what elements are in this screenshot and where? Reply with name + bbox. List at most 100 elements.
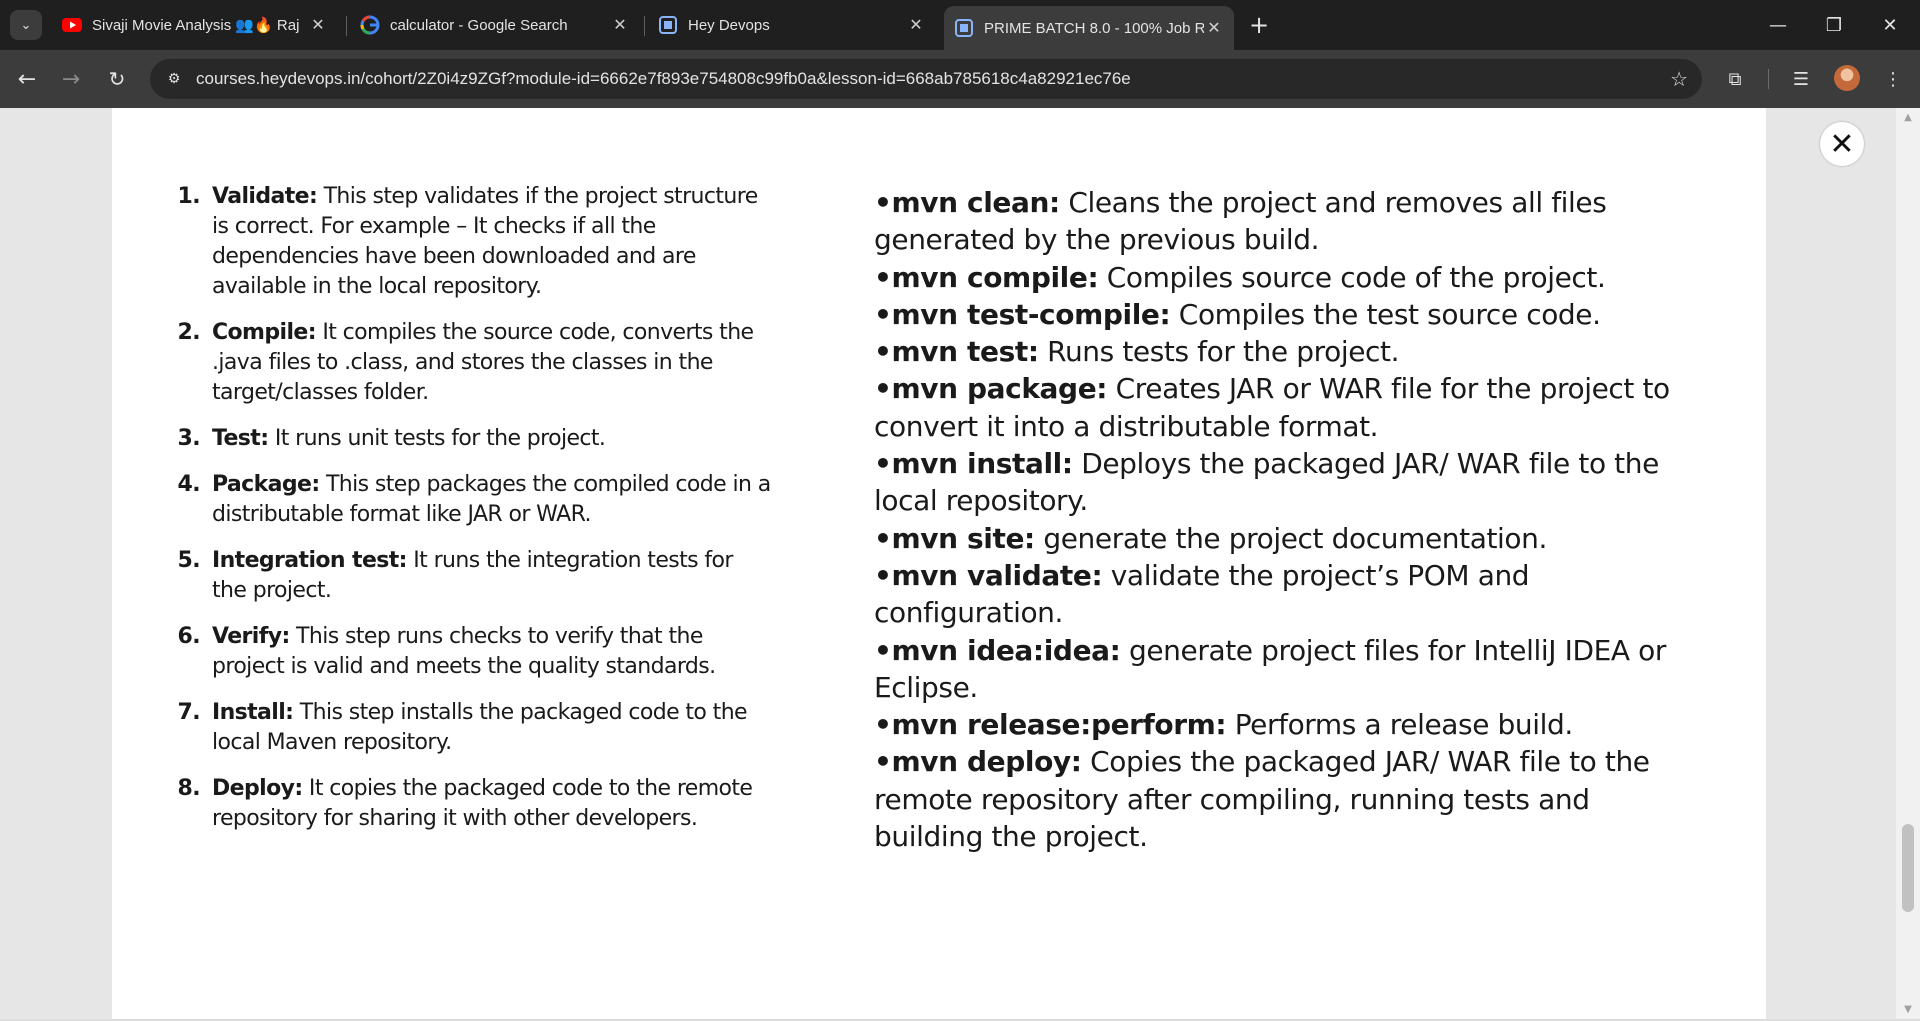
puzzle-icon: ⧉ [1728,68,1742,90]
command-name: •mvn test-compile: [874,297,1171,331]
command-text: Performs a release build. [1226,708,1574,742]
plus-icon: + [1248,11,1270,39]
site-icon [954,18,974,38]
list-item: 2. Compile: It compiles the source code,… [172,318,772,408]
command-name: •mvn release:perform: [874,708,1227,742]
step-term: Validate: [212,184,318,209]
tab-title: calculator - Google Search [390,16,568,34]
step-text: This step installs the packaged code to … [212,700,748,755]
arrow-left-icon: ← [17,66,37,92]
command-name: •mvn idea:idea: [874,633,1121,667]
command-name: •mvn install: [874,447,1073,481]
step-number: 4. [177,472,201,497]
forward-button[interactable]: → [56,64,86,94]
step-term: Package: [212,472,320,497]
url-text[interactable]: courses.heydevops.in/cohort/2Z0i4z9ZGf?m… [196,69,1131,89]
browser-toolbar: ← → ↻ ⚙ courses.heydevops.in/cohort/2Z0i… [0,50,1920,108]
page-viewport: 1. Validate: This step validates if the … [0,108,1920,1021]
step-term: Install: [212,700,294,725]
step-text: It runs unit tests for the project. [268,426,606,451]
new-tab-button[interactable]: + [1244,10,1274,40]
tab-calculator-search[interactable]: calculator - Google Search ✕ [350,6,640,44]
command-text: Runs tests for the project. [1038,335,1400,369]
scroll-up-icon[interactable]: ▲ [1902,112,1914,124]
list-item: •mvn validate: validate the project’s PO… [874,557,1704,632]
list-item: 1. Validate: This step validates if the … [172,182,772,302]
close-icon[interactable]: ✕ [610,15,630,35]
list-item: 4. Package: This step packages the compi… [172,470,772,530]
minimize-button[interactable]: — [1750,0,1806,50]
command-name: •mvn deploy: [874,745,1082,779]
list-item: •mvn test-compile: Compiles the test sou… [874,296,1704,333]
command-name: •mvn site: [874,521,1035,555]
step-number: 3. [177,426,201,451]
tab-search-button[interactable]: ⌄ [10,10,42,40]
lesson-slide: 1. Validate: This step validates if the … [112,108,1766,1021]
tab-divider [644,16,645,36]
command-name: •mvn test: [874,335,1039,369]
step-number: 1. [177,184,201,209]
restore-button[interactable]: ❐ [1806,0,1862,50]
command-text: generate the project documentation. [1034,521,1547,555]
close-icon: ✕ [1882,14,1898,36]
command-text: Compiles source code of the project. [1098,260,1606,294]
list-item: •mvn deploy: Copies the packaged JAR/ WA… [874,743,1704,855]
command-text: Compiles the test source code. [1170,297,1601,331]
close-icon[interactable]: ✕ [906,15,926,35]
profile-avatar[interactable] [1834,65,1860,91]
tab-sivaji-movie[interactable]: Sivaji Movie Analysis 👥🔥 Raj ✕ [52,6,338,44]
close-icon[interactable]: ✕ [1204,18,1224,38]
step-number: 5. [177,548,201,573]
list-item: 5. Integration test: It runs the integra… [172,546,772,606]
site-info-icon[interactable]: ⚙ [164,69,184,89]
list-item: •mvn idea:idea: generate project files f… [874,632,1704,707]
close-window-button[interactable]: ✕ [1862,0,1918,50]
media-control-button[interactable]: ☰ [1786,64,1816,94]
close-lesson-button[interactable]: ✕ [1820,122,1864,166]
toolbar-divider [1768,69,1769,89]
maven-lifecycle-steps: 1. Validate: This step validates if the … [172,182,772,850]
list-item: •mvn test: Runs tests for the project. [874,333,1704,370]
tab-hey-devops[interactable]: Hey Devops ✕ [648,6,936,44]
step-number: 6. [177,624,201,649]
close-icon: ✕ [1829,126,1855,162]
list-item: 7. Install: This step installs the packa… [172,698,772,758]
browser-menu-button[interactable]: ⋮ [1878,64,1908,94]
extensions-button[interactable]: ⧉ [1720,64,1750,94]
chevron-down-icon: ⌄ [20,17,32,33]
tab-title: Sivaji Movie Analysis 👥🔥 Raj [92,17,300,34]
back-button[interactable]: ← [12,64,42,94]
minimize-icon: — [1769,14,1787,36]
scrollbar-thumb[interactable] [1902,824,1914,912]
tab-title: PRIME BATCH 8.0 - 100% Job R [984,19,1204,37]
tab-divider [346,16,347,36]
page-scrollbar[interactable]: ▲ ▼ [1896,108,1920,1021]
step-number: 7. [177,700,201,725]
google-icon [360,15,380,35]
scroll-down-icon[interactable]: ▼ [1902,1004,1914,1016]
address-bar[interactable]: ⚙ courses.heydevops.in/cohort/2Z0i4z9ZGf… [150,59,1702,99]
reload-button[interactable]: ↻ [102,64,132,94]
tab-title: Hey Devops [688,16,770,34]
list-item: •mvn site: generate the project document… [874,520,1704,557]
list-item: •mvn package: Creates JAR or WAR file fo… [874,370,1704,445]
maven-commands-list: •mvn clean: Cleans the project and remov… [874,184,1704,855]
restore-icon: ❐ [1825,14,1843,36]
youtube-icon [62,15,82,35]
list-item: •mvn install: Deploys the packaged JAR/ … [874,445,1704,520]
step-term: Test: [212,426,269,451]
list-item: •mvn compile: Compiles source code of th… [874,259,1704,296]
close-icon[interactable]: ✕ [308,15,328,35]
list-item: 8. Deploy: It copies the packaged code t… [172,774,772,834]
more-vertical-icon: ⋮ [1884,68,1902,90]
step-term: Verify: [212,624,290,649]
tab-strip: ⌄ Sivaji Movie Analysis 👥🔥 Raj ✕ calcula… [0,0,1920,50]
command-name: •mvn clean: [874,186,1060,219]
command-name: •mvn package: [874,372,1108,406]
tab-prime-batch[interactable]: PRIME BATCH 8.0 - 100% Job R ✕ [944,6,1234,50]
step-number: 2. [177,320,201,345]
command-name: •mvn validate: [874,558,1103,592]
site-icon [658,15,678,35]
bookmark-star-icon[interactable]: ☆ [1670,67,1688,91]
arrow-right-icon: → [61,66,81,92]
